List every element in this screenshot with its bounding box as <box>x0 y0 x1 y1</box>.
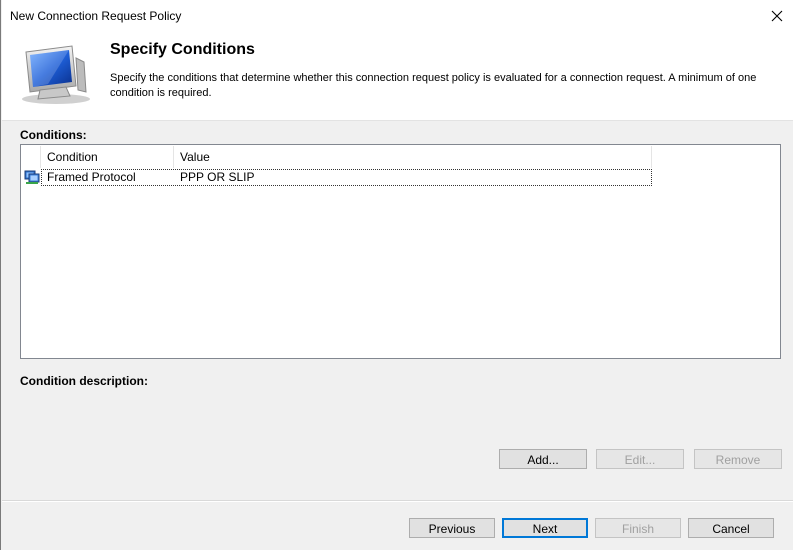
column-header-value[interactable]: Value <box>174 146 652 168</box>
previous-button[interactable]: Previous <box>409 518 495 538</box>
condition-description-label: Condition description: <box>20 374 148 388</box>
next-button[interactable]: Next <box>502 518 588 538</box>
window-title: New Connection Request Policy <box>10 9 182 23</box>
table-row[interactable]: Framed Protocol PPP OR SLIP <box>21 169 652 186</box>
title-bar: New Connection Request Policy <box>2 0 793 31</box>
wizard-window: New Connection Request Policy Specify Co… <box>0 0 793 550</box>
conditions-list[interactable]: Condition Value Framed Protocol PPP OR S… <box>20 144 781 359</box>
column-header-condition[interactable]: Condition <box>41 146 174 168</box>
monitor-icon <box>22 45 90 104</box>
column-header-icon[interactable] <box>21 146 41 168</box>
wizard-header: Specify Conditions Specify the condition… <box>2 31 793 121</box>
cell-condition: Framed Protocol <box>47 170 136 184</box>
edit-button[interactable]: Edit... <box>596 449 684 469</box>
add-button[interactable]: Add... <box>499 449 587 469</box>
close-button[interactable] <box>760 0 793 31</box>
close-icon <box>771 10 783 21</box>
network-policy-icon <box>24 170 40 184</box>
cancel-button[interactable]: Cancel <box>688 518 774 538</box>
footer-separator <box>2 500 793 502</box>
remove-button[interactable]: Remove <box>694 449 782 469</box>
finish-button[interactable]: Finish <box>595 518 681 538</box>
page-description: Specify the conditions that determine wh… <box>110 72 757 99</box>
cell-value: PPP OR SLIP <box>180 170 255 184</box>
page-title: Specify Conditions <box>110 41 255 58</box>
conditions-label: Conditions: <box>20 128 87 142</box>
